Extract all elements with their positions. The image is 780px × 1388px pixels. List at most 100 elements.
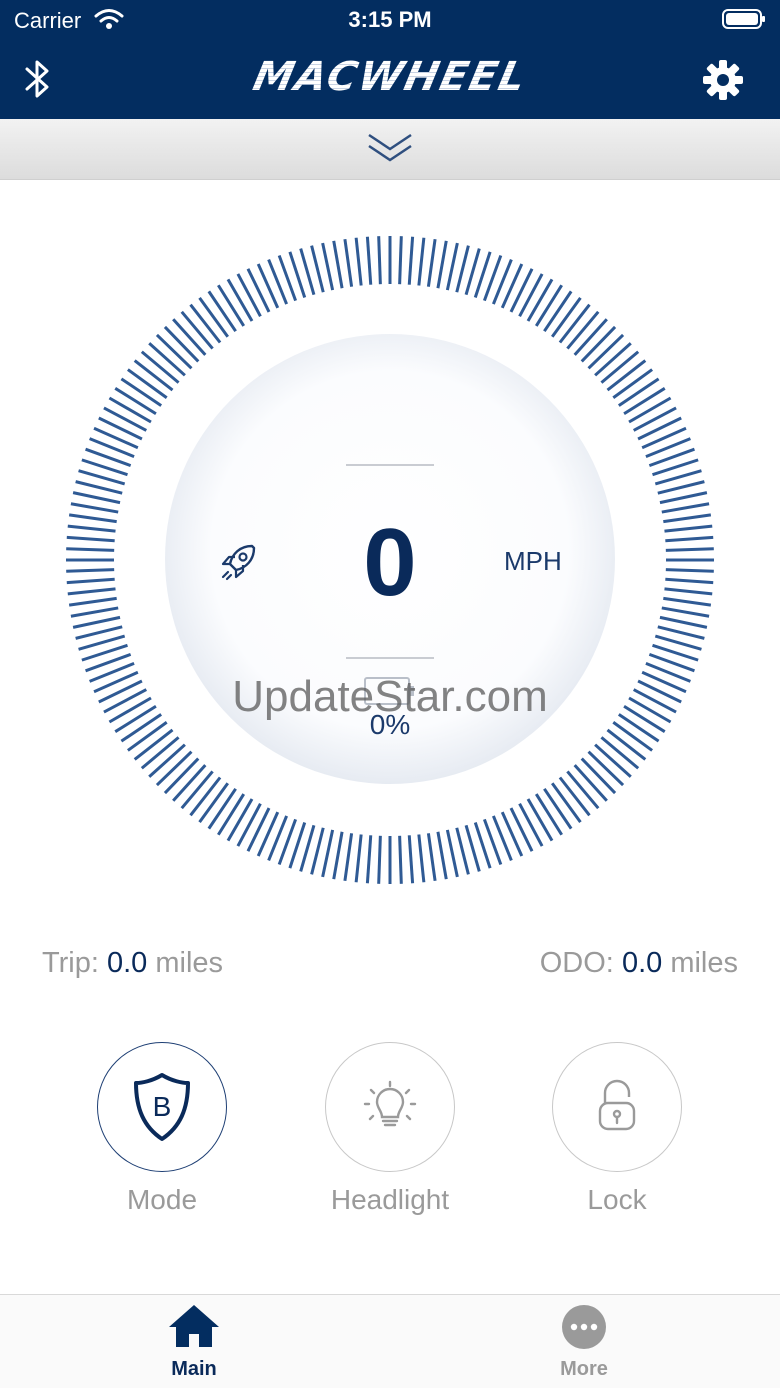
gauge-tick (310, 245, 325, 293)
trip-value: 0.0 (107, 947, 148, 979)
gauge-tick (534, 284, 563, 327)
gauge-tick (126, 368, 168, 399)
gauge-tick (612, 721, 654, 752)
gauge-tick (606, 359, 647, 392)
gauge-tick (558, 776, 591, 817)
gauge-tick (321, 829, 335, 878)
tab-bar: Main More (0, 1294, 780, 1388)
trip-distance: Trip: 0.0 miles (42, 947, 223, 980)
gauge-tick (256, 263, 280, 309)
headlight-button[interactable] (325, 1042, 455, 1172)
gauge-tick (189, 303, 222, 344)
gauge-tick (72, 491, 121, 505)
gauge-tick (198, 296, 229, 338)
gauge-tick (436, 831, 448, 880)
odometer-distance: ODO: 0.0 miles (540, 947, 738, 980)
gauge-tick (163, 757, 200, 795)
gauge-tick (600, 350, 640, 384)
gauge-tick (500, 263, 524, 309)
gauge-tick (155, 333, 193, 370)
more-icon (560, 1305, 608, 1353)
gauge-tick (246, 268, 271, 313)
gauge-tick (617, 377, 660, 407)
gauge-tick (426, 833, 437, 882)
tab-main[interactable]: Main (114, 1303, 274, 1381)
settings-gear-icon[interactable] (702, 59, 744, 106)
gauge-tick (180, 770, 214, 810)
gauge-tick (246, 807, 271, 852)
gauge-tick (632, 406, 677, 432)
gauge-tick (236, 273, 262, 318)
gauge-tick (641, 426, 687, 450)
gauge-tick (594, 743, 632, 778)
tab-more[interactable]: More (504, 1303, 664, 1381)
gauge-tick (126, 721, 168, 752)
gauge-tick (398, 236, 403, 285)
svg-text:B: B (153, 1091, 172, 1122)
gauge-tick (543, 290, 573, 333)
gauge-tick (66, 568, 115, 573)
gauge-tick (226, 798, 254, 842)
trip-unit: miles (155, 947, 224, 979)
gauge-tick (66, 577, 115, 585)
gauge-tick (659, 615, 708, 629)
gauge-tick (66, 547, 115, 552)
gauge-tick (148, 743, 186, 778)
gauge-tick (354, 237, 363, 286)
gauge-tick (518, 802, 544, 847)
gauge-tick (612, 368, 654, 399)
gauge-tick (75, 480, 123, 495)
gauge-tick (551, 782, 582, 824)
gauge-tick (155, 750, 193, 787)
chevron-down-icon[interactable] (366, 131, 414, 170)
mode-control[interactable]: B Mode (96, 1042, 228, 1216)
odo-unit: miles (670, 947, 738, 979)
gauge-tick (509, 807, 534, 852)
gauge-tick (580, 757, 617, 795)
gauge-tick (407, 236, 415, 285)
status-bar: Carrier 3:15 PM (0, 0, 780, 40)
gauge-tick (98, 416, 143, 441)
lock-button[interactable] (552, 1042, 682, 1172)
gauge-tick (587, 750, 625, 787)
headlight-control[interactable]: Headlight (324, 1042, 456, 1216)
gauge-tick (587, 333, 625, 370)
clock: 3:15 PM (348, 7, 432, 32)
gauge-tick (207, 787, 237, 830)
gauge-tick (628, 396, 672, 424)
gauge-tick (661, 502, 710, 514)
lock-control[interactable]: Lock (551, 1042, 683, 1216)
gauge-tick (637, 416, 682, 441)
gauge-tick (398, 835, 403, 884)
gauge-tick (580, 325, 617, 363)
gauge-tick (566, 310, 600, 350)
gauge-tick (665, 577, 714, 585)
gauge-tick (606, 728, 647, 761)
gauge-tick (133, 359, 174, 392)
collapse-strip[interactable] (0, 119, 780, 180)
gauge-tick (70, 502, 119, 514)
gauge-tick (114, 387, 157, 416)
headlight-label: Headlight (330, 1184, 450, 1215)
gauge-tick (551, 296, 582, 338)
tab-main-label: Main (171, 1358, 217, 1380)
gauge-tick (436, 240, 448, 289)
gauge-tick (661, 606, 710, 618)
gauge-tick (365, 835, 373, 884)
gauge-tick (573, 764, 608, 802)
gauge-tick (657, 480, 705, 495)
gauge-tick (256, 811, 280, 857)
gauge-top-divider (346, 464, 434, 466)
battery-status-icon (722, 8, 766, 35)
gauge-tick (665, 535, 714, 543)
gauge-tick (623, 387, 666, 416)
gauge-tick (558, 303, 591, 344)
brand-logo-text: MACWHEEL (248, 54, 532, 100)
gauge-tick (445, 242, 459, 291)
gauge-tick (566, 770, 600, 810)
mode-button[interactable]: B (97, 1042, 227, 1172)
gauge-tick (68, 596, 117, 607)
gauge-tick (140, 736, 180, 770)
gauge-tick (526, 278, 554, 322)
gauge-tick (332, 240, 344, 289)
